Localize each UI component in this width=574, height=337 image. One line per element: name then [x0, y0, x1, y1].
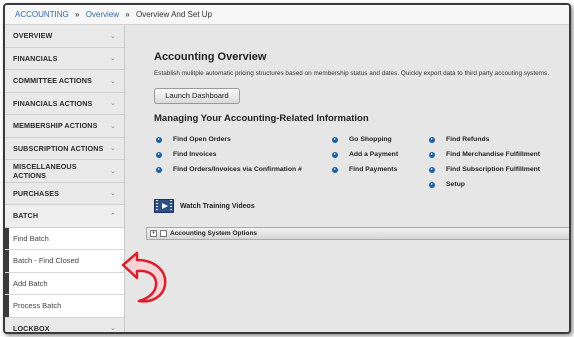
watch-training-videos-link[interactable]: Watch Training Videos	[154, 199, 255, 213]
sidebar-item-label: COMMITTEE ACTIONS	[13, 76, 92, 86]
link-label: Find Orders/Invoices via Confirmation #	[173, 166, 302, 173]
bullet-icon	[156, 151, 162, 158]
link-label: Find Open Orders	[173, 136, 231, 143]
chevron-down-icon: ⌄	[110, 325, 116, 333]
chevron-down-icon: ⌄	[110, 190, 116, 198]
bullet-icon	[332, 166, 338, 173]
chevron-down-icon: ⌄	[110, 122, 116, 130]
chevron-down-icon: ⌄	[110, 32, 116, 40]
link-label: Add a Payment	[349, 151, 399, 158]
link-setup[interactable]: Setup	[429, 177, 540, 192]
sidebar-item-miscellaneous-actions[interactable]: MISCELLANEOUS ACTIONS ⌄	[5, 160, 124, 183]
sidebar-subitem-process-batch[interactable]: Process Batch	[5, 295, 124, 318]
page-title: Accounting Overview	[154, 51, 267, 63]
sidebar-item-overview[interactable]: OVERVIEW ⌄	[5, 25, 124, 48]
sidebar-item-batch[interactable]: BATCH ⌃	[5, 205, 124, 228]
main-content: Accounting Overview Establish mulitple a…	[126, 25, 569, 332]
sidebar-item-committee-actions[interactable]: COMMITTEE ACTIONS ⌄	[5, 70, 124, 93]
bullet-icon	[429, 136, 435, 143]
breadcrumb-separator: »	[75, 10, 80, 19]
breadcrumb-overview[interactable]: Overview	[86, 10, 119, 19]
link-find-merchandise-fulfillment[interactable]: Find Merchandise Fulfillment	[429, 147, 540, 162]
breadcrumb-accounting[interactable]: ACCOUNTING	[15, 10, 69, 19]
sidebar: OVERVIEW ⌄ FINANCIALS ⌄ COMMITTEE ACTION…	[5, 25, 125, 333]
chevron-up-icon: ⌃	[110, 212, 116, 220]
chevron-down-icon: ⌄	[110, 167, 116, 175]
link-find-refunds[interactable]: Find Refunds	[429, 132, 540, 147]
bullet-icon	[332, 151, 338, 158]
link-column-1: Find Open Orders Find Invoices Find Orde…	[156, 132, 302, 177]
chevron-down-icon: ⌄	[110, 55, 116, 63]
sidebar-subitem-add-batch[interactable]: Add Batch	[5, 272, 124, 295]
section-title: Managing Your Accounting-Related Informa…	[154, 113, 369, 124]
page-description: Establish mulitple automatic pricing str…	[154, 70, 549, 77]
bullet-icon	[429, 151, 435, 158]
link-label: Find Payments	[349, 166, 398, 173]
accounting-system-options-panel[interactable]: ▾ Accounting System Options	[146, 227, 569, 240]
sidebar-item-membership-actions[interactable]: MEMBERSHIP ACTIONS ⌄	[5, 115, 124, 138]
link-column-2: Go Shopping Add a Payment Find Payments	[332, 132, 398, 177]
sidebar-item-label: MISCELLANEOUS ACTIONS	[13, 161, 77, 180]
sidebar-item-label: FINANCIALS	[13, 53, 58, 63]
sidebar-item-label: MEMBERSHIP ACTIONS	[13, 121, 98, 131]
sidebar-item-label: PURCHASES	[13, 188, 60, 198]
sidebar-item-lockbox[interactable]: LOCKBOX ⌄	[5, 317, 124, 333]
video-label: Watch Training Videos	[180, 202, 255, 210]
chevron-down-icon: ⌄	[110, 145, 116, 153]
bullet-icon	[429, 181, 435, 188]
link-label: Setup	[446, 181, 465, 188]
sidebar-subitem-find-batch[interactable]: Find Batch	[5, 227, 124, 250]
video-icon	[154, 199, 174, 213]
link-find-invoices[interactable]: Find Invoices	[156, 147, 302, 162]
sidebar-item-label: SUBSCRIPTION ACTIONS	[13, 143, 104, 153]
sidebar-subitem-batch-find-closed[interactable]: Batch - Find Closed	[5, 250, 124, 273]
sidebar-item-subscription-actions[interactable]: SUBSCRIPTION ACTIONS ⌄	[5, 137, 124, 160]
link-label: Find Subscription Fulfillment	[446, 166, 541, 173]
options-label: Accounting System Options	[170, 230, 258, 237]
link-find-payments[interactable]: Find Payments	[332, 162, 398, 177]
breadcrumb: ACCOUNTING » Overview » Overview And Set…	[5, 5, 569, 25]
sidebar-item-label: OVERVIEW	[13, 31, 53, 41]
link-find-open-orders[interactable]: Find Open Orders	[156, 132, 302, 147]
breadcrumb-separator: »	[125, 10, 130, 19]
link-label: Go Shopping	[349, 136, 392, 143]
sidebar-item-label: FINANCIALS ACTIONS	[13, 98, 93, 108]
arrow-icon	[121, 251, 167, 303]
breadcrumb-current: Overview And Set Up	[135, 10, 213, 19]
sidebar-item-financials-actions[interactable]: FINANCIALS ACTIONS ⌄	[5, 92, 124, 115]
link-label: Find Invoices	[173, 151, 217, 158]
launch-dashboard-button[interactable]: Launch Dashboard	[154, 88, 240, 104]
link-find-subscription-fulfillment[interactable]: Find Subscription Fulfillment	[429, 162, 540, 177]
app-window: ACCOUNTING » Overview » Overview And Set…	[3, 3, 571, 334]
panel-icon	[160, 230, 167, 237]
bullet-icon	[429, 166, 435, 173]
sidebar-item-purchases[interactable]: PURCHASES ⌄	[5, 182, 124, 205]
sidebar-item-financials[interactable]: FINANCIALS ⌄	[5, 47, 124, 70]
sidebar-item-label: LOCKBOX	[13, 323, 50, 333]
link-column-3: Find Refunds Find Merchandise Fulfillmen…	[429, 132, 540, 192]
bullet-icon	[156, 166, 162, 173]
link-label: Find Refunds	[446, 136, 490, 143]
chevron-down-icon: ⌄	[110, 77, 116, 85]
link-label: Find Merchandise Fulfillment	[446, 151, 541, 158]
link-find-orders-invoices-confirmation[interactable]: Find Orders/Invoices via Confirmation #	[156, 162, 302, 177]
bullet-icon	[332, 136, 338, 143]
chevron-down-icon: ⌄	[110, 100, 116, 108]
link-go-shopping[interactable]: Go Shopping	[332, 132, 398, 147]
collapse-toggle-icon[interactable]: ▾	[150, 230, 157, 237]
sidebar-item-label: BATCH	[13, 211, 39, 221]
bullet-icon	[156, 136, 162, 143]
link-add-a-payment[interactable]: Add a Payment	[332, 147, 398, 162]
